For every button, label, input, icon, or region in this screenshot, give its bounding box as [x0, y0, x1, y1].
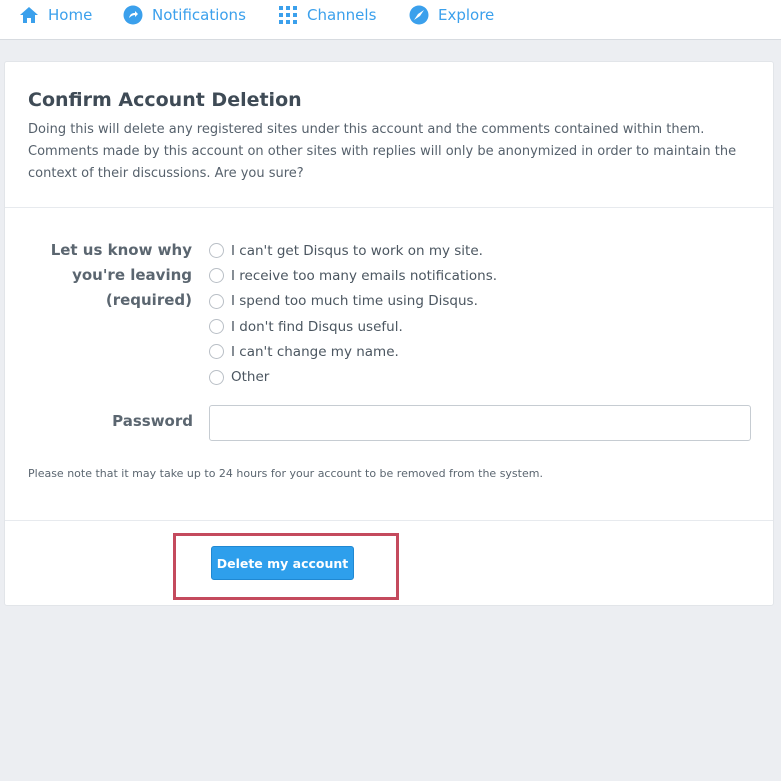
reason-option[interactable]: I can't get Disqus to work on my site.	[209, 238, 497, 263]
nav-channels[interactable]: Channels	[278, 0, 376, 30]
home-icon	[19, 5, 39, 25]
radio-button[interactable]	[209, 268, 224, 284]
nav-notifications[interactable]: Notifications	[123, 0, 246, 30]
reason-option[interactable]: I can't change my name.	[209, 339, 497, 364]
reason-label: Let us know why you're leaving (required…	[50, 241, 192, 309]
reason-options: I can't get Disqus to work on my site. I…	[209, 238, 497, 390]
reason-option-label: I don't find Disqus useful.	[231, 318, 403, 335]
reason-option-label: I can't change my name.	[231, 343, 399, 360]
nav-notifications-label: Notifications	[152, 6, 246, 24]
removal-note: Please note that it may take up to 24 ho…	[28, 467, 543, 480]
delete-account-button[interactable]: Delete my account	[211, 546, 354, 580]
grid-icon	[278, 5, 298, 25]
top-nav: Home Notifications Channels Explore	[0, 0, 781, 40]
password-label: Password	[112, 412, 193, 430]
radio-button[interactable]	[209, 344, 224, 360]
reason-option[interactable]: I receive too many emails notifications.	[209, 263, 497, 288]
nav-explore[interactable]: Explore	[409, 0, 494, 30]
delete-account-card: Confirm Account Deletion Doing this will…	[4, 61, 774, 606]
radio-button[interactable]	[209, 319, 224, 335]
page-title: Confirm Account Deletion	[28, 89, 302, 111]
radio-button[interactable]	[209, 293, 224, 309]
page-description: Doing this will delete any registered si…	[28, 122, 737, 181]
password-field[interactable]	[209, 405, 751, 441]
nav-home[interactable]: Home	[19, 0, 92, 30]
reason-option[interactable]: I spend too much time using Disqus.	[209, 289, 497, 314]
card-header: Confirm Account Deletion Doing this will…	[5, 62, 773, 208]
reason-option[interactable]: I don't find Disqus useful.	[209, 314, 497, 339]
compass-icon	[409, 5, 429, 25]
radio-button[interactable]	[209, 243, 224, 259]
nav-channels-label: Channels	[307, 6, 377, 24]
reason-option-label: Other	[231, 369, 270, 386]
nav-explore-label: Explore	[438, 6, 495, 24]
reason-option-label: I spend too much time using Disqus.	[231, 293, 478, 310]
reason-option[interactable]: Other	[209, 364, 497, 389]
reason-option-label: I can't get Disqus to work on my site.	[231, 242, 483, 259]
footer-divider	[5, 520, 773, 521]
nav-home-label: Home	[48, 6, 93, 24]
reason-option-label: I receive too many emails notifications.	[231, 267, 498, 284]
notifications-icon	[123, 5, 143, 25]
radio-button[interactable]	[209, 369, 224, 385]
